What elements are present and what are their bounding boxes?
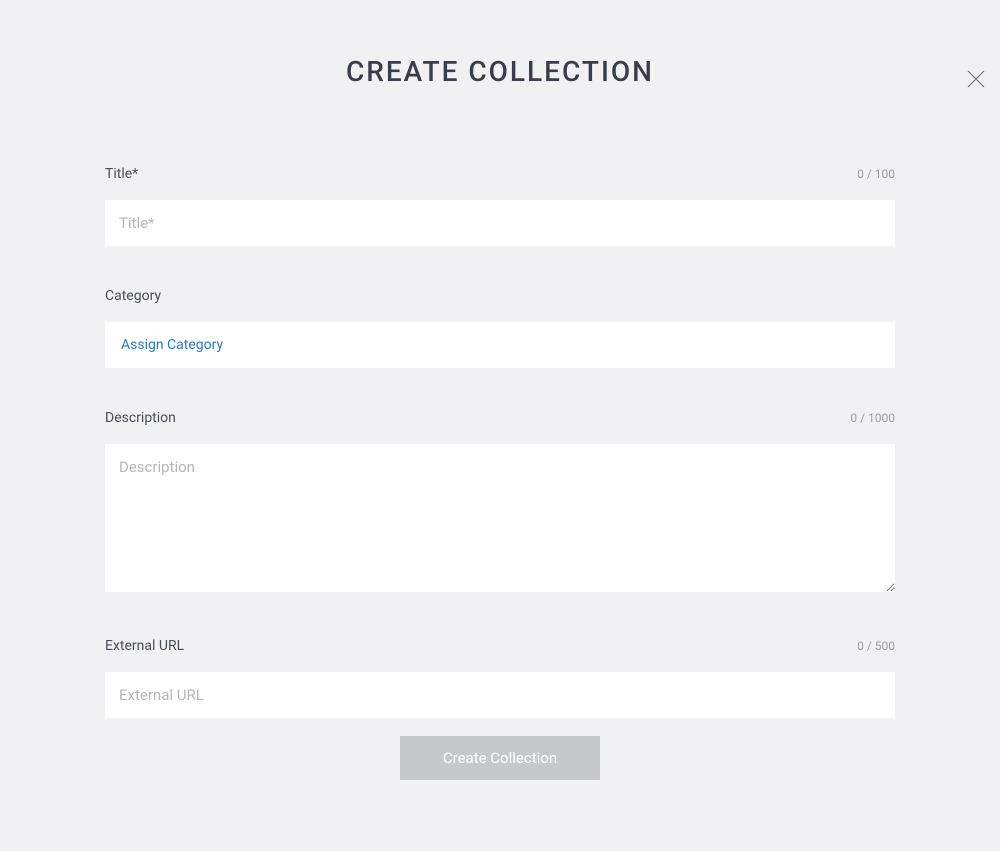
external-url-input[interactable] (105, 672, 895, 718)
description-input[interactable] (105, 444, 895, 592)
assign-category-link-text: Assign Category (121, 337, 223, 353)
title-field-header: Title* 0 / 100 (105, 166, 895, 182)
description-counter: 0 / 1000 (850, 411, 895, 425)
description-field-group: Description 0 / 1000 (105, 410, 895, 596)
title-label: Title* (105, 166, 138, 182)
external-url-label: External URL (105, 638, 184, 654)
title-counter: 0 / 100 (857, 167, 895, 181)
close-icon (967, 70, 985, 88)
create-collection-form: Title* 0 / 100 Category Assign Category … (105, 88, 895, 780)
category-label: Category (105, 288, 161, 304)
description-label: Description (105, 410, 176, 426)
title-field-group: Title* 0 / 100 (105, 166, 895, 246)
external-url-field-group: External URL 0 / 500 (105, 638, 895, 718)
description-field-header: Description 0 / 1000 (105, 410, 895, 426)
title-input[interactable] (105, 200, 895, 246)
external-url-field-header: External URL 0 / 500 (105, 638, 895, 654)
category-field-header: Category (105, 288, 895, 304)
close-button[interactable] (966, 69, 986, 89)
assign-category-button[interactable]: Assign Category (105, 322, 895, 368)
create-collection-button[interactable]: Create Collection (400, 736, 600, 780)
category-field-group: Category Assign Category (105, 288, 895, 368)
page-title: CREATE COLLECTION (0, 55, 1000, 88)
external-url-counter: 0 / 500 (857, 639, 895, 653)
